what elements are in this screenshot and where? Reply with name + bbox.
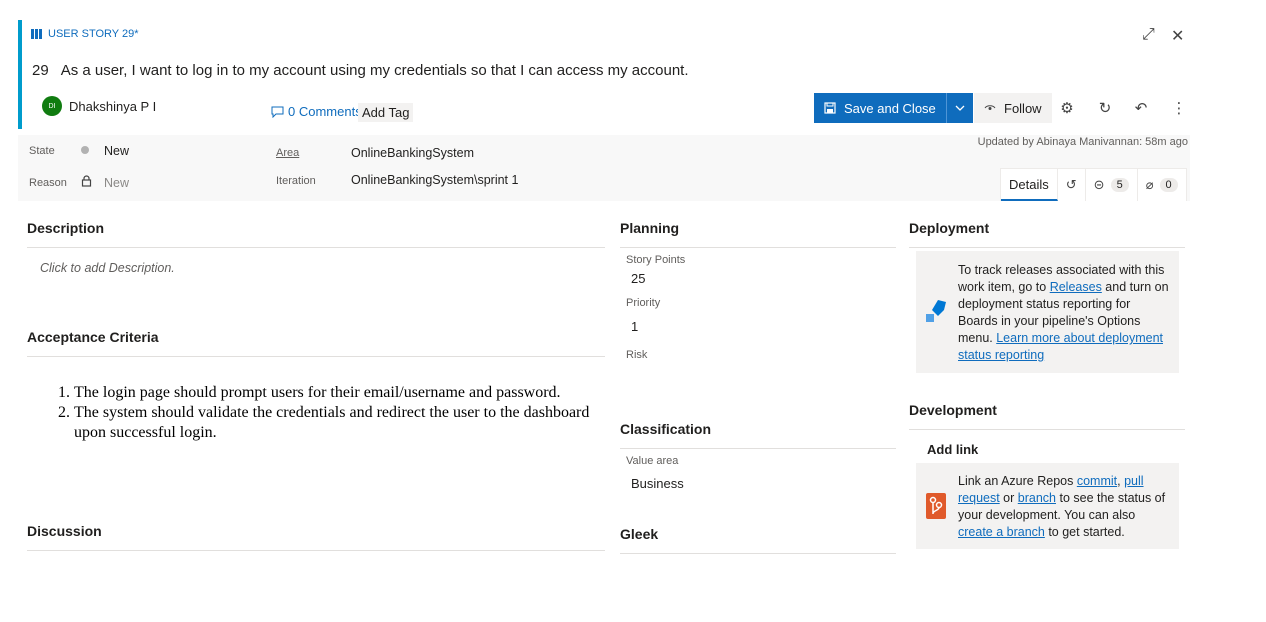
tab-details[interactable]: Details: [1001, 169, 1058, 201]
deployment-divider: [909, 247, 1185, 248]
settings-button[interactable]: ⚙: [1053, 93, 1081, 123]
avatar: DI: [42, 96, 62, 116]
acceptance-criteria-editor[interactable]: The login page should prompt users for t…: [56, 383, 616, 443]
story-points-field[interactable]: 25: [631, 271, 645, 286]
gleek-title[interactable]: Gleek: [620, 526, 658, 542]
criteria-item: The login page should prompt users for t…: [74, 383, 616, 403]
more-actions-button[interactable]: ⋮: [1165, 93, 1193, 123]
classification-divider: [620, 448, 896, 449]
work-item-type-label: USER STORY 29*: [48, 28, 139, 40]
save-label: Save and Close: [844, 100, 936, 116]
attachments-count-badge: 0: [1159, 178, 1178, 192]
tab-details-label: Details: [1009, 176, 1049, 192]
deployment-text: To track releases associated with this w…: [958, 262, 1173, 364]
tab-history[interactable]: ↺: [1058, 169, 1086, 201]
more-icon: ⋮: [1171, 100, 1187, 117]
state-field[interactable]: New: [104, 144, 129, 158]
work-item-header: USER STORY 29* 29 As a user, I want to l…: [18, 20, 1190, 129]
follow-button[interactable]: Follow: [974, 93, 1052, 123]
commit-link[interactable]: commit: [1077, 474, 1117, 488]
comments-label: 0 Comments: [288, 104, 362, 119]
close-button[interactable]: ✕: [1171, 26, 1184, 46]
planning-divider: [620, 247, 896, 248]
assignee-name: Dhakshinya P I: [69, 98, 157, 114]
work-item-title-row[interactable]: 29 As a user, I want to log in to my acc…: [32, 62, 689, 79]
updated-status: Updated by Abinaya Manivannan: 58m ago: [977, 136, 1188, 148]
description-divider: [27, 247, 605, 248]
development-title[interactable]: Development: [909, 402, 997, 418]
rocket-icon: [926, 300, 946, 322]
branch-link[interactable]: branch: [1018, 491, 1056, 505]
add-link-button[interactable]: Add link: [927, 442, 978, 457]
area-field[interactable]: OnlineBankingSystem: [351, 146, 474, 160]
refresh-button[interactable]: ↻: [1091, 93, 1119, 123]
releases-link[interactable]: Releases: [1050, 280, 1102, 294]
expand-icon: ⤢: [1142, 26, 1155, 43]
save-icon: [824, 102, 836, 114]
acceptance-divider: [27, 356, 605, 357]
discussion-title[interactable]: Discussion: [27, 523, 102, 539]
lock-icon: [81, 175, 92, 187]
paperclip-icon: ⌀: [1145, 177, 1154, 192]
work-item-type[interactable]: USER STORY 29*: [31, 28, 139, 40]
chevron-down-icon: [955, 105, 965, 111]
description-editor[interactable]: Click to add Description.: [40, 261, 175, 275]
eye-icon: [984, 105, 996, 110]
expand-button[interactable]: ⤢: [1142, 26, 1155, 44]
follow-label: Follow: [1004, 100, 1042, 116]
save-button-main[interactable]: Save and Close: [814, 93, 947, 123]
work-item-title[interactable]: As a user, I want to log in to my accoun…: [61, 62, 689, 79]
discussion-divider: [27, 550, 605, 551]
iteration-label: Iteration: [276, 175, 316, 187]
user-story-icon: [31, 29, 43, 39]
reason-label: Reason: [29, 177, 67, 189]
development-text: Link an Azure Repos commit, pull request…: [958, 473, 1173, 541]
description-title[interactable]: Description: [27, 220, 104, 236]
area-label: Area: [276, 147, 300, 159]
development-text-1: Link an Azure Repos: [958, 474, 1077, 488]
close-icon: ✕: [1171, 28, 1185, 45]
history-icon: ↺: [1065, 177, 1077, 192]
planning-title[interactable]: Planning: [620, 220, 679, 236]
development-text-4: to get started.: [1044, 525, 1125, 539]
criteria-item: The system should validate the credentia…: [74, 403, 616, 443]
undo-button[interactable]: ↶: [1127, 93, 1155, 123]
work-item-fields: State New Reason New Area OnlineBankingS…: [18, 135, 1190, 201]
comment-icon: [271, 106, 284, 118]
iteration-field[interactable]: OnlineBankingSystem\sprint 1: [351, 173, 518, 187]
deployment-title[interactable]: Deployment: [909, 220, 989, 236]
save-options-dropdown[interactable]: [947, 93, 973, 123]
tab-attachments[interactable]: ⌀ 0: [1138, 169, 1186, 201]
comments-link[interactable]: 0 Comments: [271, 104, 362, 119]
create-branch-link[interactable]: create a branch: [958, 525, 1045, 539]
tab-links[interactable]: ⊝ 5: [1086, 169, 1138, 201]
priority-field[interactable]: 1: [631, 319, 638, 334]
work-item-id: 29: [32, 62, 49, 79]
value-area-field[interactable]: Business: [631, 476, 684, 491]
refresh-icon: ↻: [1098, 100, 1112, 117]
classification-title[interactable]: Classification: [620, 421, 711, 437]
assignee-field[interactable]: DI Dhakshinya P I: [42, 96, 156, 116]
story-points-label: Story Points: [626, 254, 686, 266]
development-text-2: or: [999, 491, 1018, 505]
state-dot-icon: [81, 146, 89, 154]
development-info-box: Link an Azure Repos commit, pull request…: [916, 463, 1179, 549]
undo-icon: ↶: [1134, 100, 1148, 117]
repo-icon: [926, 493, 946, 519]
save-and-close-button[interactable]: Save and Close: [814, 93, 973, 123]
add-tag-button[interactable]: Add Tag: [358, 103, 414, 122]
link-icon: ⊝: [1093, 177, 1105, 192]
work-item-tabs: Details ↺ ⊝ 5 ⌀ 0: [1000, 168, 1187, 201]
value-area-label: Value area: [626, 455, 679, 467]
risk-label: Risk: [626, 349, 648, 361]
links-count-badge: 5: [1110, 178, 1129, 192]
acceptance-criteria-title[interactable]: Acceptance Criteria: [27, 329, 159, 345]
development-divider: [909, 429, 1185, 430]
priority-label: Priority: [626, 297, 661, 309]
gear-icon: ⚙: [1060, 100, 1074, 117]
deployment-info-box: To track releases associated with this w…: [916, 251, 1179, 373]
state-label: State: [29, 145, 55, 157]
reason-field: New: [104, 176, 130, 190]
gleek-divider: [620, 553, 896, 554]
